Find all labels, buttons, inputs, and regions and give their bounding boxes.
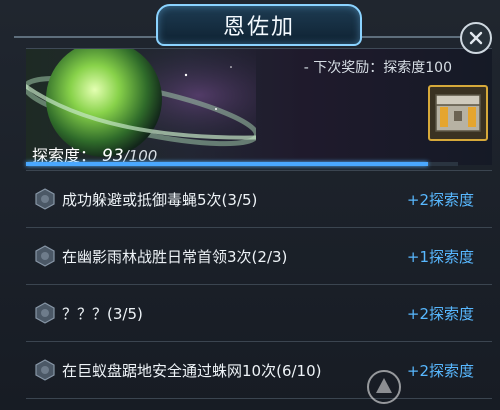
progress-bar-fill: [26, 162, 428, 166]
close-icon: [469, 31, 483, 45]
exploration-banner: - 下次奖励：探索度100 探索度： 93/100: [26, 48, 492, 165]
next-reward-text: - 下次奖励：探索度100: [303, 60, 452, 76]
site-watermark: [364, 366, 496, 408]
task-description: ？？？(3/5): [62, 304, 143, 323]
task-reward: +1探索度: [406, 247, 474, 266]
close-button[interactable]: [460, 22, 492, 54]
watermark-logo-icon: [367, 370, 401, 404]
title-tab: 恩佐加: [156, 4, 362, 46]
task-reward: +2探索度: [406, 190, 474, 209]
frame-divider-left: [14, 36, 156, 38]
task-list: 成功躲避或抵御毒蝇5次(3/5) +2探索度 在幽影雨林战胜日常首领3次(2/3…: [26, 170, 492, 399]
panel-title: 恩佐加: [222, 15, 295, 40]
badge-icon: [34, 188, 56, 210]
task-reward: +2探索度: [406, 304, 474, 323]
exploration-panel: 恩佐加 - 下次奖励：探索度100 探索度： 93/100 成功躲避或抵御毒蝇5…: [0, 0, 500, 410]
task-row: 在幽影雨林战胜日常首领3次(2/3) +1探索度: [26, 228, 492, 285]
task-description: 在幽影雨林战胜日常首领3次(2/3): [62, 247, 288, 266]
badge-icon: [34, 245, 56, 267]
task-row: 成功躲避或抵御毒蝇5次(3/5) +2探索度: [26, 170, 492, 228]
badge-icon: [34, 302, 56, 324]
reward-chest[interactable]: [428, 85, 488, 141]
task-description: 在巨蚁盘踞地安全通过蛛网10次(6/10): [62, 361, 322, 380]
badge-icon: [34, 359, 56, 381]
supply-chest-icon: [435, 94, 481, 132]
task-description: 成功躲避或抵御毒蝇5次(3/5): [62, 190, 258, 209]
progress-bar: [26, 162, 458, 166]
task-row: ？？？(3/5) +2探索度: [26, 285, 492, 342]
